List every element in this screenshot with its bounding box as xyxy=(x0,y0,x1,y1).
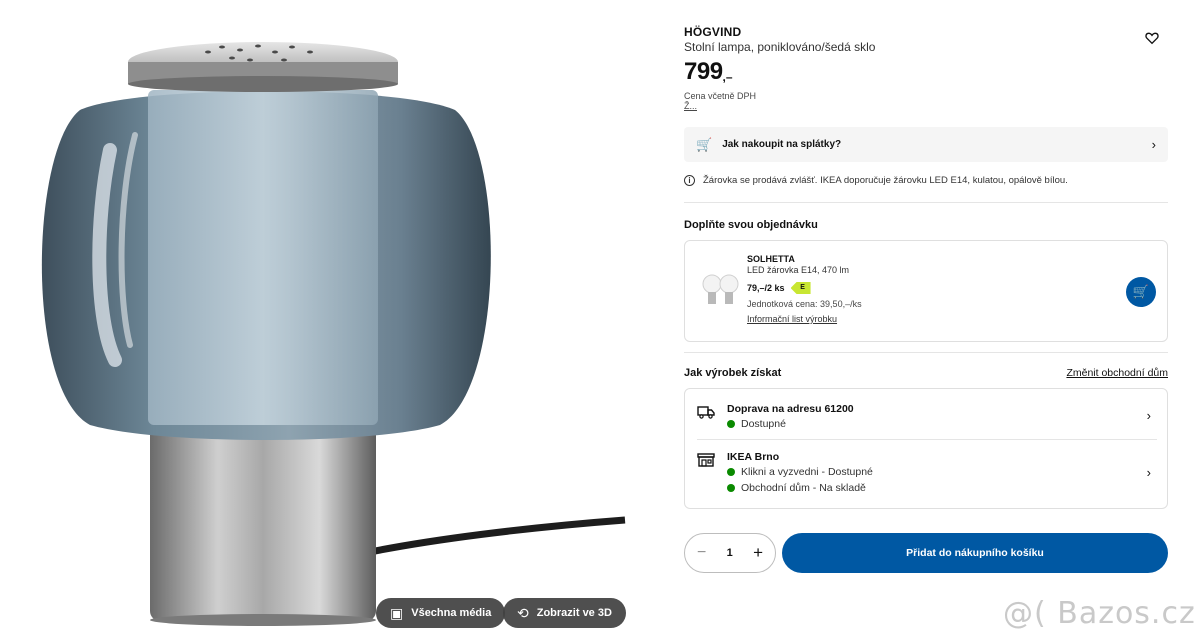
delivery-title: Doprava na adresu 61200 xyxy=(727,403,854,415)
divider xyxy=(684,352,1168,353)
quantity-value[interactable]: 1 xyxy=(727,547,733,559)
chevron-right-icon: › xyxy=(1146,408,1151,423)
installment-label: Jak nakoupit na splátky? xyxy=(722,139,842,150)
addon-price: 79,–/2 ks xyxy=(747,283,785,293)
store-status-1: Klikni a vyzvedni - Dostupné xyxy=(727,466,873,478)
addon-unit-price: Jednotková cena: 39,50,–/ks xyxy=(747,299,862,309)
product-image[interactable] xyxy=(0,0,640,643)
bulb-info-text: Žárovka se prodává zvlášť. IKEA doporuču… xyxy=(703,175,1068,186)
add-to-cart-button[interactable]: Přidat do nákupního košíku xyxy=(782,533,1168,573)
product-description: Stolní lampa, poniklováno/šedá sklo xyxy=(684,40,876,54)
availability-title: Jak výrobek získat xyxy=(684,367,782,379)
complete-order-title: Doplňte svou objednávku xyxy=(684,219,818,231)
chevron-right-icon: › xyxy=(1151,137,1156,152)
addon-name: SOLHETTA xyxy=(747,254,795,264)
watermark: @( Bazos.cz xyxy=(1003,596,1196,631)
all-media-label: Všechna média xyxy=(411,607,492,619)
add-to-cart-icon-button[interactable]: 🛒 xyxy=(1126,277,1156,307)
availability-card: Doprava na adresu 61200 Dostupné › IKEA … xyxy=(684,388,1168,509)
view-3d-label: Zobrazit ve 3D xyxy=(536,607,612,619)
vat-label: Cena včetně DPH xyxy=(684,91,757,101)
store-icon xyxy=(697,453,715,467)
status-dot xyxy=(727,420,735,428)
heart-icon[interactable] xyxy=(1144,30,1160,46)
store-option[interactable]: IKEA Brno Klikni a vyzvedni - Dostupné O… xyxy=(697,451,1157,497)
addon-price-row: 79,–/2 ks E xyxy=(747,282,811,294)
product-name: HÖGVIND xyxy=(684,25,742,39)
delivery-status-text: Dostupné xyxy=(741,418,786,430)
gallery-icon: ▣ xyxy=(390,605,404,621)
price-integer: 799 xyxy=(684,58,723,85)
product-media: ▣ Všechna média ⟲ Zobrazit ve 3D xyxy=(0,0,640,643)
store-status-1-text: Klikni a vyzvedni - Dostupné xyxy=(741,466,873,478)
view-3d-button[interactable]: ⟲ Zobrazit ve 3D xyxy=(503,598,626,628)
truck-icon xyxy=(697,406,715,419)
delivery-option[interactable]: Doprava na adresu 61200 Dostupné › xyxy=(697,403,1157,433)
delivery-status: Dostupné xyxy=(727,418,786,430)
store-status-2: Obchodní dům - Na skladě xyxy=(727,482,866,494)
vat-note-link[interactable]: Ž... xyxy=(684,101,697,111)
increase-button[interactable]: + xyxy=(753,543,763,563)
cart-plus-icon: 🛒 xyxy=(1132,284,1150,299)
bulb-image[interactable] xyxy=(701,273,741,307)
energy-class-badge[interactable]: E xyxy=(790,282,811,294)
status-dot xyxy=(727,468,735,476)
addon-info-link[interactable]: Informační list výrobku xyxy=(747,314,837,324)
installment-icon: 🛒 xyxy=(696,136,713,152)
addon-description: LED žárovka E14, 470 lm xyxy=(747,265,850,275)
all-media-button[interactable]: ▣ Všechna média xyxy=(376,598,506,628)
addon-card: SOLHETTA LED žárovka E14, 470 lm 79,–/2 … xyxy=(684,240,1168,342)
status-dot xyxy=(727,484,735,492)
rotate-3d-icon: ⟲ xyxy=(517,605,529,621)
price: 799 ,– xyxy=(684,58,733,86)
quantity-stepper[interactable]: − 1 + xyxy=(684,533,776,573)
divider xyxy=(697,439,1157,440)
price-decimal: ,– xyxy=(722,70,733,84)
store-status-2-text: Obchodní dům - Na skladě xyxy=(741,482,866,494)
divider xyxy=(684,202,1168,203)
store-title: IKEA Brno xyxy=(727,451,780,463)
decrease-button[interactable]: − xyxy=(697,544,706,562)
info-icon: i xyxy=(684,175,695,186)
change-store-link[interactable]: Změnit obchodní dům xyxy=(1066,367,1168,379)
installment-button[interactable]: 🛒 Jak nakoupit na splátky? › xyxy=(684,127,1168,162)
product-info: HÖGVIND Stolní lampa, poniklováno/šedá s… xyxy=(684,0,1168,643)
chevron-right-icon: › xyxy=(1146,465,1151,480)
bulb-info: i Žárovka se prodává zvlášť. IKEA doporu… xyxy=(684,175,1068,186)
